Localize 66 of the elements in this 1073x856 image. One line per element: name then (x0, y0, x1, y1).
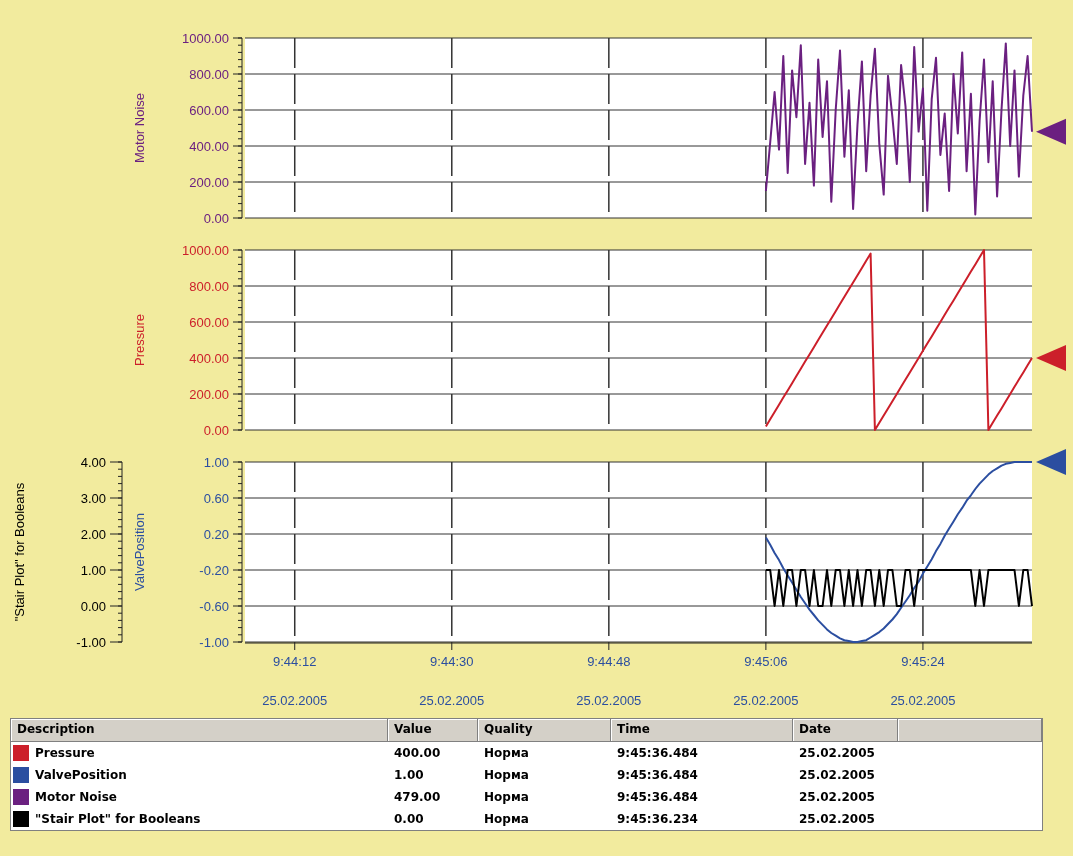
column-header[interactable]: Quality (478, 719, 611, 742)
tick-label: 0.20 (203, 527, 229, 542)
current-value-marker (1036, 118, 1066, 145)
tick-label: 3.00 (80, 491, 106, 506)
tick-label: 0.00 (203, 211, 229, 226)
table-cell: 25.02.2005 (799, 790, 875, 804)
tick-label: 9:44:48 (587, 654, 631, 669)
axis-title: Pressure (132, 314, 147, 366)
table-cell: Норма (484, 812, 529, 826)
tick-date: 25.02.2005 (890, 693, 956, 708)
column-header[interactable]: Date (793, 719, 898, 742)
table-cell: ValvePosition (35, 768, 127, 782)
tick-label: 1.00 (203, 455, 229, 470)
tick-label: 9:44:30 (430, 654, 474, 669)
table-cell: 25.02.2005 (799, 768, 875, 782)
column-header[interactable]: Time (611, 719, 793, 742)
tick-label: 0.00 (80, 599, 106, 614)
table-cell: 9:45:36.234 (617, 812, 698, 826)
tick-label: 800.00 (189, 279, 229, 294)
table-cell: 479.00 (394, 790, 441, 804)
tick-label: 9:45:24 (901, 654, 945, 669)
tick-label: 400.00 (189, 139, 229, 154)
tick-label: -1.00 (199, 635, 229, 650)
table-cell: Норма (484, 746, 529, 760)
tick-label: -0.60 (199, 599, 229, 614)
axis-title: Motor Noise (132, 92, 147, 164)
table-cell: 400.00 (394, 746, 441, 760)
column-header[interactable]: Description (11, 719, 388, 742)
axis-title: ValvePosition (132, 513, 147, 591)
tick-label: 800.00 (189, 67, 229, 82)
table-cell: 25.02.2005 (799, 812, 875, 826)
table-cell: Норма (484, 790, 529, 804)
tick-date: 25.02.2005 (733, 693, 799, 708)
current-value-marker (1036, 345, 1066, 371)
tick-label: 1000.00 (182, 243, 229, 258)
tick-label: 200.00 (189, 175, 229, 190)
current-value-marker (1036, 449, 1066, 475)
tick-label: 1000.00 (182, 31, 229, 46)
table-cell: 25.02.2005 (799, 746, 875, 760)
table-cell: Pressure (35, 746, 95, 760)
table-cell: "Stair Plot" for Booleans (35, 812, 201, 826)
table-cell: Норма (484, 768, 529, 782)
tick-label: 200.00 (189, 387, 229, 402)
tick-label: 9:44:12 (273, 654, 317, 669)
tick-date: 25.02.2005 (576, 693, 642, 708)
table-cell: 9:45:36.484 (617, 790, 698, 804)
table-cell: 9:45:36.484 (617, 768, 698, 782)
table-cell: 9:45:36.484 (617, 746, 698, 760)
tick-label: -0.20 (199, 563, 229, 578)
column-header[interactable]: Value (388, 719, 478, 742)
tick-date: 25.02.2005 (262, 693, 328, 708)
table-cell: 1.00 (394, 768, 424, 782)
tick-label: 4.00 (80, 455, 106, 470)
tick-label: 1.00 (80, 563, 106, 578)
tick-label: -1.00 (76, 635, 106, 650)
tick-label: 0.00 (203, 423, 229, 438)
table-cell: 0.00 (394, 812, 424, 826)
tick-label: 9:45:06 (744, 654, 788, 669)
axis-title: "Stair Plot" for Booleans (12, 482, 27, 622)
tick-label: 600.00 (189, 103, 229, 118)
tick-label: 600.00 (189, 315, 229, 330)
tick-label: 2.00 (80, 527, 106, 542)
tick-date: 25.02.2005 (419, 693, 485, 708)
tick-label: 400.00 (189, 351, 229, 366)
tick-label: 0.60 (203, 491, 229, 506)
table-cell: Motor Noise (35, 790, 117, 804)
